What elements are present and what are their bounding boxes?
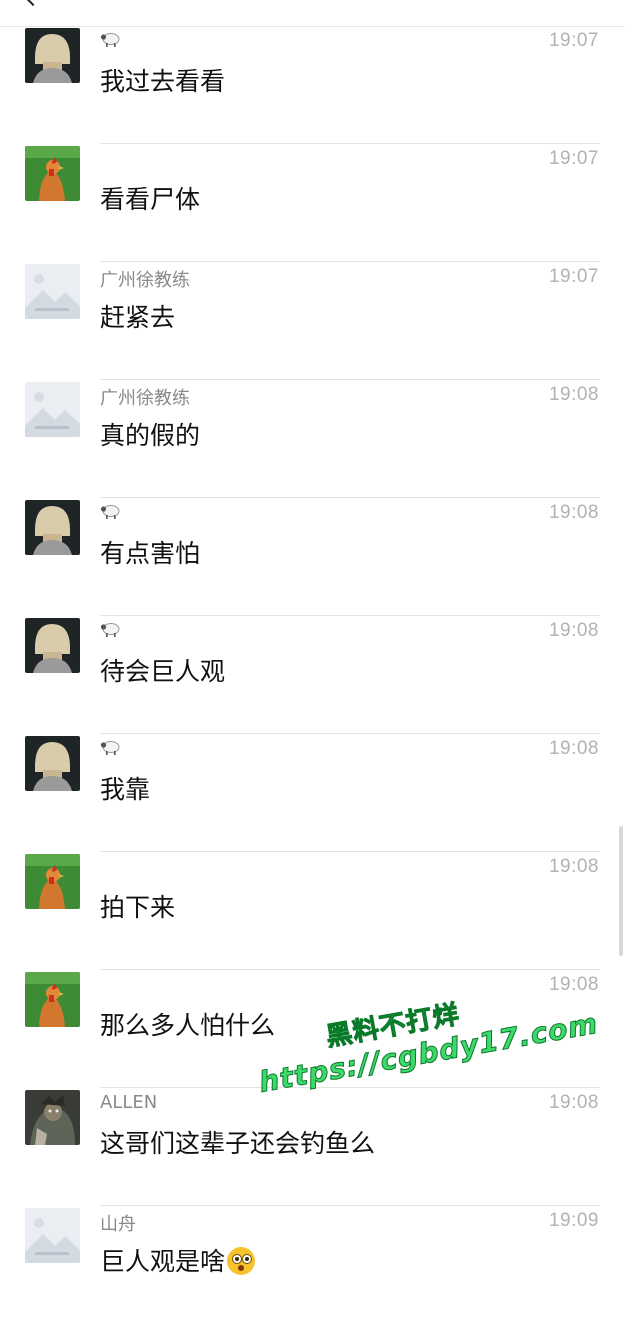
timestamp: 19:07 <box>548 148 599 169</box>
message-text: 这哥们这辈子还会钓鱼么 <box>100 1129 376 1158</box>
message-text: 我过去看看 <box>100 67 226 96</box>
back-arrow-icon[interactable] <box>25 0 41 7</box>
message-text: 待会巨人观 <box>100 657 226 686</box>
list-item[interactable]: ALLEN 19:08 这哥们这辈子还会钓鱼么 <box>0 1088 625 1206</box>
avatar[interactable] <box>25 382 80 437</box>
list-item[interactable]: 山舟 19:09 巨人观是啥 <box>0 1206 625 1324</box>
message-text: 那么多人怕什么 <box>100 1011 276 1040</box>
sender-name: 广州徐教练 <box>100 270 190 291</box>
avatar[interactable] <box>25 500 80 555</box>
timestamp: 19:08 <box>548 856 599 877</box>
list-item[interactable]: 广州徐教练 19:07 赶紧去 <box>0 262 625 380</box>
timestamp: 19:07 <box>548 30 599 51</box>
list-item[interactable]: 19:08 待会巨人观 <box>0 616 625 734</box>
message-text: 有点害怕 <box>100 539 201 568</box>
avatar[interactable] <box>25 146 80 201</box>
timestamp: 19:08 <box>548 974 599 995</box>
list-item[interactable]: 19:08 那么多人怕什么 <box>0 970 625 1088</box>
timestamp: 19:09 <box>548 1210 599 1231</box>
list-item[interactable]: 19:08 拍下来 <box>0 852 625 970</box>
timestamp: 19:08 <box>548 620 599 641</box>
avatar[interactable] <box>25 1208 80 1263</box>
message-text: 赶紧去 <box>100 303 176 332</box>
list-item[interactable]: 19:07 看看尸体 <box>0 144 625 262</box>
sender-name <box>100 30 122 53</box>
message-text: 看看尸体 <box>100 185 201 214</box>
avatar[interactable] <box>25 28 80 83</box>
flushed-face-emoji-icon <box>227 1247 256 1275</box>
sender-name <box>100 620 122 643</box>
sender-name <box>100 502 122 525</box>
avatar[interactable] <box>25 264 80 319</box>
avatar[interactable] <box>25 1090 80 1145</box>
scrollbar[interactable] <box>619 826 623 956</box>
timestamp: 19:08 <box>548 738 599 759</box>
sender-name <box>100 738 122 761</box>
sender-name: 广州徐教练 <box>100 388 190 409</box>
message-text: 拍下来 <box>100 893 176 922</box>
list-item[interactable]: 19:08 我靠 <box>0 734 625 852</box>
avatar[interactable] <box>25 854 80 909</box>
message-list: 19:07 我过去看看 19:07 看看尸体 广州徐教练 19:07 赶紧去 广… <box>0 26 625 1324</box>
avatar[interactable] <box>25 972 80 1027</box>
timestamp: 19:07 <box>548 266 599 287</box>
message-text: 我靠 <box>100 775 151 804</box>
sheep-icon <box>100 738 122 756</box>
list-item[interactable]: 19:07 我过去看看 <box>0 26 625 144</box>
sender-name: 山舟 <box>100 1214 136 1235</box>
sheep-icon <box>100 30 122 48</box>
message-text: 巨人观是啥 <box>100 1242 256 1278</box>
avatar[interactable] <box>25 736 80 791</box>
top-bar <box>0 0 625 27</box>
sheep-icon <box>100 620 122 638</box>
sheep-icon <box>100 502 122 520</box>
avatar[interactable] <box>25 618 80 673</box>
timestamp: 19:08 <box>548 384 599 405</box>
message-text: 真的假的 <box>100 421 201 450</box>
sender-name: ALLEN <box>100 1092 158 1113</box>
timestamp: 19:08 <box>548 502 599 523</box>
list-item[interactable]: 广州徐教练 19:08 真的假的 <box>0 380 625 498</box>
list-item[interactable]: 19:08 有点害怕 <box>0 498 625 616</box>
timestamp: 19:08 <box>548 1092 599 1113</box>
